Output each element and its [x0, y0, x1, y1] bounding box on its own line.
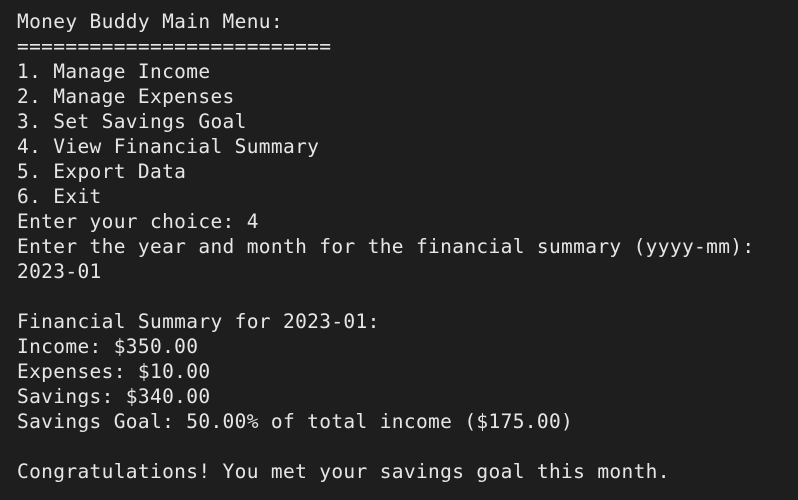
date-input: 2023-01	[17, 260, 102, 283]
menu-option-exit: 6. Exit	[17, 185, 102, 208]
menu-option-manage-expenses: 2. Manage Expenses	[17, 85, 235, 108]
summary-savings: Savings: $340.00	[17, 385, 211, 408]
menu-divider: ==========================	[17, 35, 332, 58]
congratulations-message: Congratulations! You met your savings go…	[17, 460, 670, 483]
summary-savings-goal: Savings Goal: 50.00% of total income ($1…	[17, 410, 574, 433]
summary-expenses: Expenses: $10.00	[17, 360, 211, 383]
terminal-output[interactable]: Money Buddy Main Menu: =================…	[0, 0, 798, 500]
menu-option-set-savings-goal: 3. Set Savings Goal	[17, 110, 247, 133]
menu-title: Money Buddy Main Menu:	[17, 10, 283, 33]
menu-option-export-data: 5. Export Data	[17, 160, 187, 183]
date-prompt: Enter the year and month for the financi…	[17, 235, 755, 258]
summary-income: Income: $350.00	[17, 335, 199, 358]
menu-option-manage-income: 1. Manage Income	[17, 60, 211, 83]
choice-prompt: Enter your choice: 4	[17, 210, 259, 233]
menu-option-view-financial-summary: 4. View Financial Summary	[17, 135, 320, 158]
summary-title: Financial Summary for 2023-01:	[17, 310, 380, 333]
